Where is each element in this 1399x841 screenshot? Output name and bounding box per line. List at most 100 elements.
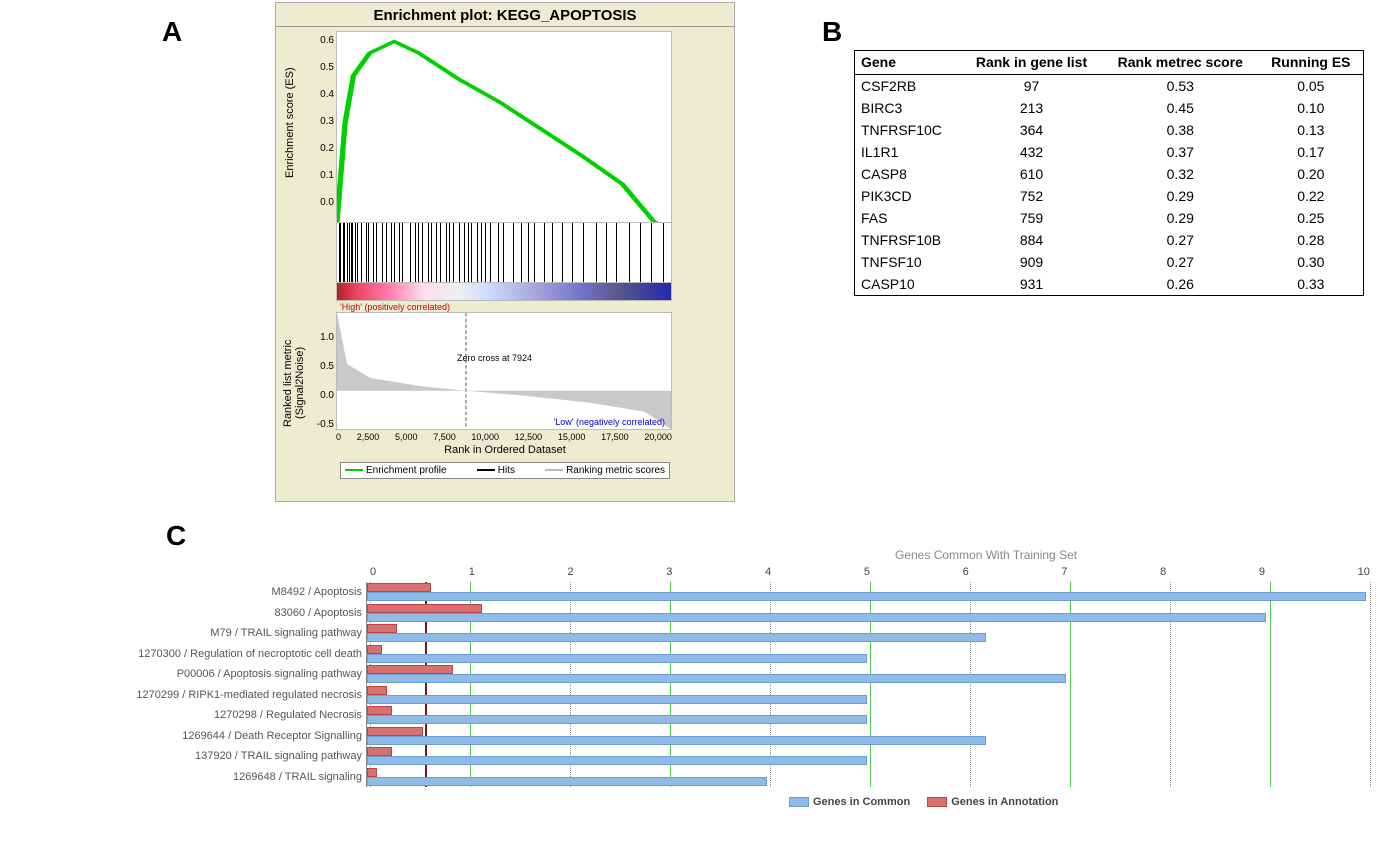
table-cell: 0.20 [1259, 163, 1363, 185]
table-cell: 0.05 [1259, 75, 1363, 98]
bar-axis-ticks: 012345678910 [370, 566, 1370, 578]
table-row: IL1R14320.370.17 [855, 141, 1363, 163]
bar-row: 83060 / Apoptosis [95, 603, 1370, 624]
table-row: PIK3CD7520.290.22 [855, 185, 1363, 207]
table-cell: 0.13 [1259, 119, 1363, 141]
bar-axis-title: Genes Common With Training Set [895, 548, 1077, 562]
swatch-blue [789, 797, 809, 807]
bar-legend: Genes in Common Genes in Annotation [775, 796, 1058, 808]
bar-red [367, 706, 392, 715]
bar-rows: M8492 / Apoptosis 83060 / Apoptosis M79 … [95, 582, 1370, 787]
table-cell: TNFRSF10C [855, 119, 961, 141]
bar-row: 137920 / TRAIL signaling pathway [95, 746, 1370, 767]
bar-pair [366, 664, 1366, 685]
bar-row: M8492 / Apoptosis [95, 582, 1370, 603]
table-cell: 213 [961, 97, 1102, 119]
table-cell: 0.32 [1102, 163, 1259, 185]
es-axis-ticks: 0.60.50.40.30.20.10.0 [314, 27, 334, 216]
table-row: CASP86100.320.20 [855, 163, 1363, 185]
xaxis-ticks: 02,5005,0007,50010,00012,50015,00017,500… [336, 432, 672, 442]
table-cell: 759 [961, 207, 1102, 229]
bar-red [367, 583, 431, 592]
bar-red [367, 645, 382, 654]
es-axis-label: Enrichment score (ES) [284, 23, 298, 223]
bar-label: M79 / TRAIL signaling pathway [95, 627, 366, 639]
table-cell: 0.22 [1259, 185, 1363, 207]
enrichment-curve [337, 32, 671, 222]
table-cell: 0.10 [1259, 97, 1363, 119]
table-header: Rank in gene list [961, 51, 1102, 75]
es-plot [336, 31, 672, 223]
table-header: Gene [855, 51, 961, 75]
swatch-red [927, 797, 947, 807]
hit-barcode [336, 223, 672, 283]
legend-red: Genes in Annotation [951, 796, 1058, 808]
table-cell: 0.45 [1102, 97, 1259, 119]
bar-blue [367, 654, 867, 663]
table-cell: 0.25 [1259, 207, 1363, 229]
table-cell: IL1R1 [855, 141, 961, 163]
bar-row: 1270300 / Regulation of necroptotic cell… [95, 644, 1370, 665]
table-cell: 364 [961, 119, 1102, 141]
bar-red [367, 768, 377, 777]
table-cell: 0.37 [1102, 141, 1259, 163]
bar-blue [367, 613, 1266, 622]
table-header: Rank metrec score [1102, 51, 1259, 75]
bar-pair [366, 623, 1366, 644]
table-cell: PIK3CD [855, 185, 961, 207]
bar-label: 1269644 / Death Receptor Signalling [95, 730, 366, 742]
table-header-row: GeneRank in gene listRank metrec scoreRu… [855, 51, 1363, 75]
table-cell: 0.29 [1102, 207, 1259, 229]
bar-red [367, 727, 423, 736]
bar-row: 1270299 / RIPK1-mediated regulated necro… [95, 685, 1370, 706]
table-cell: 931 [961, 273, 1102, 295]
bar-pair [366, 767, 1366, 788]
table-cell: TNFRSF10B [855, 229, 961, 251]
table-cell: 0.38 [1102, 119, 1259, 141]
bar-blue [367, 592, 1366, 601]
table-cell: 610 [961, 163, 1102, 185]
bar-label: 1270300 / Regulation of necroptotic cell… [95, 648, 366, 660]
metric-curve [337, 313, 671, 429]
bar-blue [367, 674, 1066, 683]
table-cell: 0.28 [1259, 229, 1363, 251]
xaxis-label: Rank in Ordered Dataset [276, 444, 734, 456]
bar-red [367, 624, 397, 633]
bar-pair [366, 746, 1366, 767]
bar-blue [367, 756, 867, 765]
table-cell: CASP8 [855, 163, 961, 185]
bar-label: M8492 / Apoptosis [95, 586, 366, 598]
bar-label: P00006 / Apoptosis signaling pathway [95, 668, 366, 680]
table-cell: 97 [961, 75, 1102, 98]
table-cell: BIRC3 [855, 97, 961, 119]
bar-pair [366, 705, 1366, 726]
table-cell: 0.33 [1259, 273, 1363, 295]
table-cell: 909 [961, 251, 1102, 273]
table-row: TNFRSF10C3640.380.13 [855, 119, 1363, 141]
metric-axis-label: Ranked list metric (Signal2Noise) [282, 308, 296, 458]
ranked-metric-plot: Zero cross at 7924 'Low' (negatively cor… [336, 312, 672, 430]
table-cell: 0.29 [1102, 185, 1259, 207]
table-header: Running ES [1259, 51, 1363, 75]
table-cell: CSF2RB [855, 75, 961, 98]
rank-gradient [336, 283, 672, 301]
bar-row: 1269648 / TRAIL signaling [95, 767, 1370, 788]
bar-blue [367, 715, 867, 724]
bar-row: 1269644 / Death Receptor Signalling [95, 726, 1370, 747]
table-cell: 0.30 [1259, 251, 1363, 273]
metric-axis-ticks: 1.00.50.0-0.5 [308, 323, 334, 439]
bar-red [367, 686, 387, 695]
bar-pair [366, 603, 1366, 624]
table-cell: 0.17 [1259, 141, 1363, 163]
table-cell: 752 [961, 185, 1102, 207]
bar-label: 83060 / Apoptosis [95, 607, 366, 619]
bar-label: 1270298 / Regulated Necrosis [95, 709, 366, 721]
bar-row: P00006 / Apoptosis signaling pathway [95, 664, 1370, 685]
gsea-title: Enrichment plot: KEGG_APOPTOSIS [276, 3, 734, 27]
bar-row: 1270298 / Regulated Necrosis [95, 705, 1370, 726]
table-cell: 884 [961, 229, 1102, 251]
table-cell: TNFSF10 [855, 251, 961, 273]
bar-blue [367, 777, 767, 786]
table-cell: FAS [855, 207, 961, 229]
table-row: BIRC32130.450.10 [855, 97, 1363, 119]
